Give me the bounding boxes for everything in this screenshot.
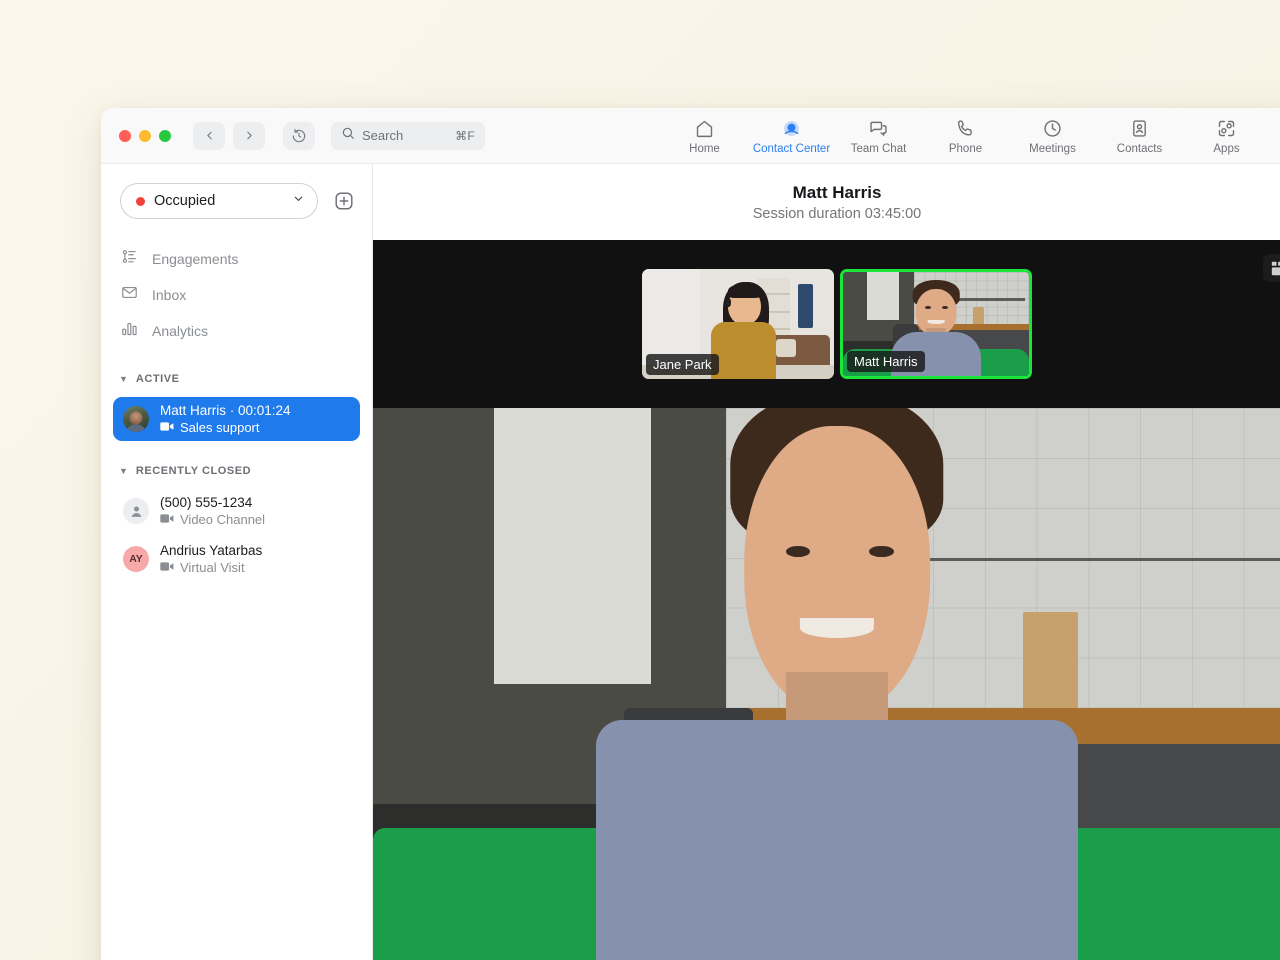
maximize-window-button[interactable] bbox=[159, 130, 171, 142]
session-header: Matt Harris Session duration 03:45:00 bbox=[373, 164, 1280, 240]
session-duration: Session duration 03:45:00 bbox=[753, 206, 922, 222]
search-placeholder: Search bbox=[362, 128, 448, 143]
clock-icon bbox=[1042, 118, 1063, 139]
nav-item-contacts[interactable]: Contacts bbox=[1096, 108, 1183, 164]
nav-label: Meetings bbox=[1029, 143, 1076, 155]
avatar bbox=[123, 406, 149, 432]
nav-label: Phone bbox=[949, 143, 982, 155]
chevron-down-icon bbox=[292, 192, 305, 210]
section-header-active[interactable]: ▼ ACTIVE bbox=[101, 365, 372, 393]
sidebar-item-label: Inbox bbox=[152, 287, 186, 303]
nav-item-meetings[interactable]: Meetings bbox=[1009, 108, 1096, 164]
apps-icon bbox=[1216, 118, 1237, 139]
chevron-down-icon: ▼ bbox=[119, 375, 128, 384]
section-header-recently-closed[interactable]: ▼ RECENTLY CLOSED bbox=[101, 457, 372, 485]
sidebar-item-analytics[interactable]: Analytics bbox=[101, 313, 372, 349]
nav-label: Contacts bbox=[1117, 143, 1162, 155]
sidebar: Occupied Engagements bbox=[101, 164, 373, 960]
window-body: Occupied Engagements bbox=[101, 164, 1280, 960]
nav-item-contact-center[interactable]: Contact Center bbox=[748, 108, 835, 164]
navigation-buttons bbox=[193, 122, 315, 150]
engagements-icon bbox=[121, 248, 138, 270]
engagement-text: Matt Harris · 00:01:24 Sales support bbox=[160, 403, 291, 435]
engagement-title: Matt Harris · 00:01:24 bbox=[160, 403, 291, 418]
close-window-button[interactable] bbox=[119, 130, 131, 142]
search-shortcut: ⌘F bbox=[455, 129, 475, 143]
title-bar: Search ⌘F Home Contact Center bbox=[101, 108, 1280, 164]
sidebar-item-label: Analytics bbox=[152, 323, 208, 339]
engagement-text: Andrius Yatarbas Virtual Visit bbox=[160, 543, 262, 575]
chevron-down-icon: ▼ bbox=[119, 467, 128, 476]
engagement-subtitle-row: Virtual Visit bbox=[160, 560, 262, 575]
engagement-subtitle-row: Video Channel bbox=[160, 512, 265, 527]
history-button[interactable] bbox=[283, 122, 315, 150]
nav-item-team-chat[interactable]: Team Chat bbox=[835, 108, 922, 164]
main-panel: Matt Harris Session duration 03:45:00 bbox=[373, 164, 1280, 960]
sidebar-nav-list: Engagements Inbox Analytics bbox=[101, 241, 372, 349]
participant-name-tag: Matt Harris bbox=[847, 351, 925, 372]
nav-label: Home bbox=[689, 143, 720, 155]
home-icon bbox=[694, 118, 715, 139]
status-row: Occupied bbox=[101, 183, 372, 219]
app-window: Search ⌘F Home Contact Center bbox=[101, 108, 1280, 960]
nav-label: Team Chat bbox=[851, 143, 907, 155]
nav-item-phone[interactable]: Phone bbox=[922, 108, 1009, 164]
chat-icon bbox=[868, 118, 889, 139]
nav-label: Contact Center bbox=[753, 143, 830, 155]
back-button[interactable] bbox=[193, 122, 225, 150]
forward-button[interactable] bbox=[233, 122, 265, 150]
analytics-icon bbox=[121, 320, 138, 342]
nav-label: Apps bbox=[1213, 143, 1239, 155]
engagement-item-andrius-yatarbas[interactable]: AY Andrius Yatarbas Virtual Visit bbox=[113, 537, 360, 581]
nav-item-apps[interactable]: Apps bbox=[1183, 108, 1270, 164]
avatar: AY bbox=[123, 546, 149, 572]
engagement-subtitle: Virtual Visit bbox=[180, 560, 245, 575]
engagement-subtitle: Video Channel bbox=[180, 512, 265, 527]
participant-name-tag: Jane Park bbox=[646, 354, 719, 375]
engagement-title: Andrius Yatarbas bbox=[160, 543, 262, 558]
engagement-text: (500) 555-1234 Video Channel bbox=[160, 495, 265, 527]
window-controls bbox=[119, 130, 171, 142]
section-title: ACTIVE bbox=[136, 373, 180, 385]
envelope-icon bbox=[121, 284, 138, 306]
add-engagement-button[interactable] bbox=[332, 189, 356, 213]
top-navigation: Home Contact Center Team Chat Phone bbox=[661, 108, 1270, 164]
section-title: RECENTLY CLOSED bbox=[136, 465, 251, 477]
layout-grid-icon[interactable] bbox=[1263, 254, 1280, 282]
status-label: Occupied bbox=[154, 193, 283, 209]
thumbnail-strip: Jane Park bbox=[373, 240, 1280, 408]
engagement-subtitle-row: Sales support bbox=[160, 420, 291, 435]
status-dropdown[interactable]: Occupied bbox=[120, 183, 318, 219]
phone-icon bbox=[955, 118, 976, 139]
video-thumbnail-jane-park[interactable]: Jane Park bbox=[642, 269, 834, 379]
status-dot bbox=[136, 197, 145, 206]
video-feed bbox=[373, 408, 1280, 960]
video-stage: Jane Park bbox=[373, 240, 1280, 960]
sidebar-item-inbox[interactable]: Inbox bbox=[101, 277, 372, 313]
search-icon bbox=[341, 126, 355, 145]
video-camera-icon bbox=[160, 560, 174, 575]
video-camera-icon bbox=[160, 512, 174, 527]
avatar bbox=[123, 498, 149, 524]
contacts-icon bbox=[1129, 118, 1150, 139]
main-video-feed[interactable]: Sophia Mosley bbox=[373, 408, 1280, 960]
sidebar-item-engagements[interactable]: Engagements bbox=[101, 241, 372, 277]
engagement-item-matt-harris[interactable]: Matt Harris · 00:01:24 Sales support bbox=[113, 397, 360, 441]
video-thumbnail-matt-harris[interactable]: Matt Harris bbox=[840, 269, 1032, 379]
video-camera-icon bbox=[160, 420, 174, 435]
sidebar-item-label: Engagements bbox=[152, 251, 238, 267]
nav-item-home[interactable]: Home bbox=[661, 108, 748, 164]
search-input[interactable]: Search ⌘F bbox=[331, 122, 485, 150]
page-title: Matt Harris bbox=[793, 183, 882, 203]
minimize-window-button[interactable] bbox=[139, 130, 151, 142]
engagement-item-phone-number[interactable]: (500) 555-1234 Video Channel bbox=[113, 489, 360, 533]
contact-center-icon bbox=[781, 118, 802, 139]
engagement-title: (500) 555-1234 bbox=[160, 495, 265, 510]
engagement-subtitle: Sales support bbox=[180, 420, 260, 435]
